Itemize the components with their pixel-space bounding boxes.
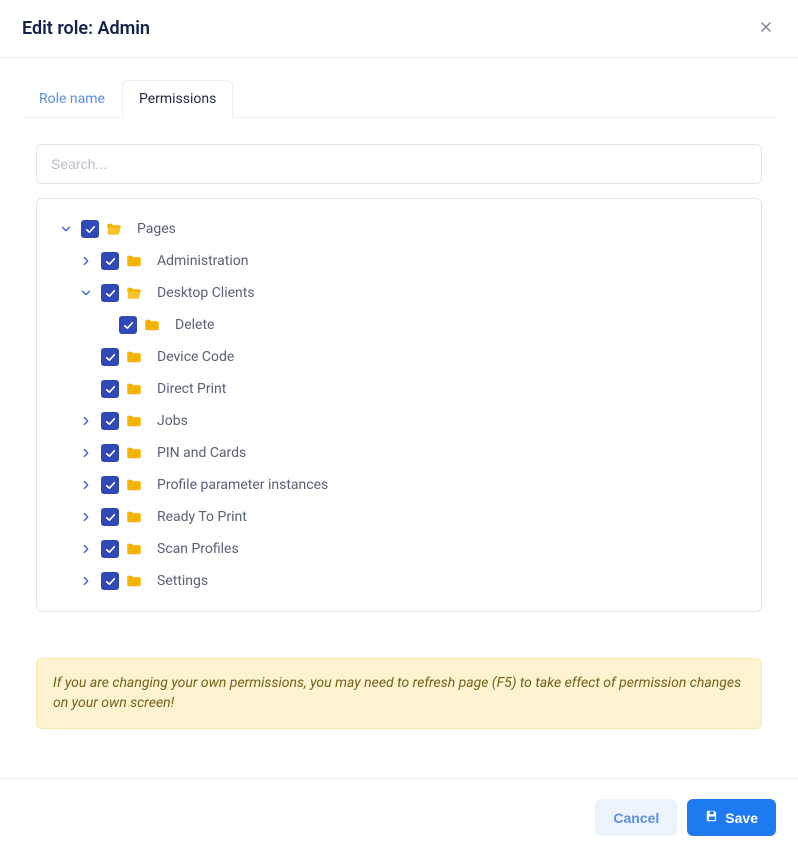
checkbox-pages[interactable] [81,220,99,238]
chevron-right-icon[interactable] [77,412,95,430]
tree-row-administration[interactable]: Administration [47,245,751,277]
checkbox-desktop-clients[interactable] [101,284,119,302]
tree-label: Administration [157,253,248,269]
checkbox-device-code[interactable] [101,348,119,366]
tree-row-scan-profiles[interactable]: Scan Profiles [47,533,751,565]
tree-label: Desktop Clients [157,285,255,301]
checkbox-profile-param[interactable] [101,476,119,494]
tree-row-profile-param[interactable]: Profile parameter instances [47,469,751,501]
tree-label: Scan Profiles [157,541,239,557]
tab-content: Pages Administration Desktop C [22,144,776,729]
tree-row-delete[interactable]: Delete [47,309,751,341]
folder-open-icon [125,284,143,302]
chevron-right-icon[interactable] [77,572,95,590]
chevron-right-icon[interactable] [77,252,95,270]
checkbox-jobs[interactable] [101,412,119,430]
tree-row-pin-cards[interactable]: PIN and Cards [47,437,751,469]
folder-icon [125,412,143,430]
checkbox-scan-profiles[interactable] [101,540,119,558]
close-icon [758,19,774,39]
folder-icon [125,252,143,270]
chevron-right-icon[interactable] [77,540,95,558]
modal-title: Edit role: Admin [22,18,150,39]
save-button[interactable]: Save [687,799,776,836]
modal-body: Role name Permissions Pages [0,58,798,778]
checkbox-administration[interactable] [101,252,119,270]
save-icon [705,809,719,826]
permissions-warning-note: If you are changing your own permissions… [36,658,762,729]
chevron-right-icon[interactable] [77,508,95,526]
chevron-right-icon[interactable] [77,476,95,494]
checkbox-settings[interactable] [101,572,119,590]
tree-label: Delete [175,317,214,333]
checkbox-direct-print[interactable] [101,380,119,398]
chevron-down-icon[interactable] [77,284,95,302]
checkbox-pin-cards[interactable] [101,444,119,462]
search-input[interactable] [36,144,762,184]
tree-row-direct-print[interactable]: Direct Print [47,373,751,405]
tree-label: Pages [137,221,176,237]
checkbox-delete[interactable] [119,316,137,334]
folder-open-icon [105,220,123,238]
folder-icon [125,348,143,366]
tree-label: Ready To Print [157,509,247,525]
modal-footer: Cancel Save [0,778,798,856]
folder-icon [125,572,143,590]
tab-permissions[interactable]: Permissions [122,80,233,118]
folder-icon [125,476,143,494]
edit-role-modal: Edit role: Admin Role name Permissions P… [0,0,798,856]
folder-icon [143,316,161,334]
folder-icon [125,380,143,398]
close-button[interactable] [756,19,776,39]
checkbox-ready-to-print[interactable] [101,508,119,526]
save-button-label: Save [725,810,758,826]
folder-icon [125,508,143,526]
tree-row-ready-to-print[interactable]: Ready To Print [47,501,751,533]
tree-row-device-code[interactable]: Device Code [47,341,751,373]
tree-row-desktop-clients[interactable]: Desktop Clients [47,277,751,309]
tree-row-pages[interactable]: Pages [47,213,751,245]
tree-label: Profile parameter instances [157,477,328,493]
tree-row-jobs[interactable]: Jobs [47,405,751,437]
tab-role-name[interactable]: Role name [22,80,122,118]
tree-label: Device Code [157,349,234,365]
cancel-button[interactable]: Cancel [595,799,677,836]
folder-icon [125,444,143,462]
tree-label: Jobs [157,413,188,429]
tree-row-settings[interactable]: Settings [47,565,751,597]
tree-label: Settings [157,573,208,589]
modal-header: Edit role: Admin [0,0,798,58]
chevron-down-icon[interactable] [57,220,75,238]
chevron-right-icon[interactable] [77,444,95,462]
permissions-tree: Pages Administration Desktop C [36,198,762,612]
tree-label: PIN and Cards [157,445,246,461]
tabs: Role name Permissions [22,80,776,118]
folder-icon [125,540,143,558]
tree-label: Direct Print [157,381,226,397]
